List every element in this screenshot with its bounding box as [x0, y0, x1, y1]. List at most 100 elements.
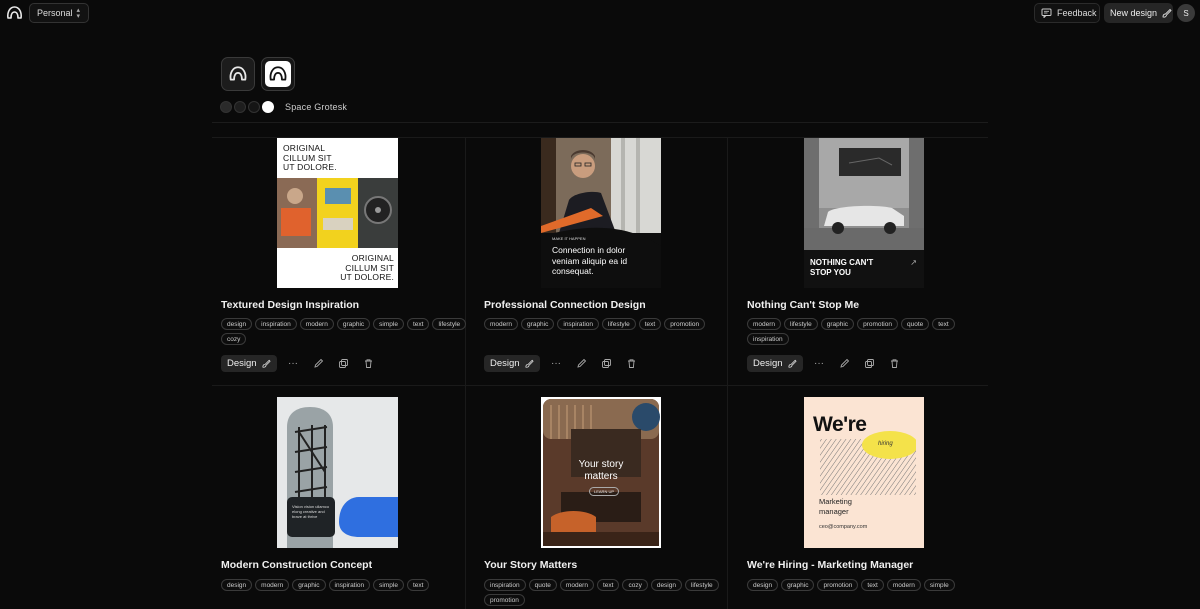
- card-actions: Design ···: [484, 355, 637, 372]
- feedback-label: Feedback: [1057, 8, 1097, 18]
- divider: [727, 137, 728, 609]
- card-title[interactable]: Nothing Can't Stop Me: [747, 299, 859, 311]
- card-title[interactable]: Professional Connection Design: [484, 299, 646, 311]
- card-title[interactable]: Your Story Matters: [484, 559, 577, 571]
- tag[interactable]: graphic: [292, 579, 326, 591]
- tag[interactable]: quote: [528, 579, 557, 591]
- thumbnail-pill: LEARN UP: [589, 487, 620, 496]
- design-thumbnail[interactable]: ORIGINAL CILLUM SIT UT DOLORE. ORIGINAL …: [277, 138, 398, 288]
- more-options-icon[interactable]: ···: [550, 358, 562, 370]
- tag[interactable]: modern: [255, 579, 290, 591]
- divider: [212, 122, 988, 123]
- design-button[interactable]: Design: [484, 355, 540, 372]
- brand-logo-dark[interactable]: [221, 57, 255, 91]
- arrow-up-right-icon: ↗: [910, 258, 917, 267]
- design-thumbnail[interactable]: We're hiring Marketing manager ceo@compa…: [804, 397, 924, 548]
- tag[interactable]: quote: [900, 318, 930, 330]
- tag[interactable]: design: [221, 579, 253, 591]
- tag-list: inspiration quote modern text cozy design life…: [484, 579, 734, 606]
- design-thumbnail[interactable]: Vision vision ullamco elong creative and…: [277, 397, 398, 548]
- tag[interactable]: text: [638, 318, 662, 330]
- brand-logo-icon: [229, 66, 247, 81]
- brand-logo-light[interactable]: [261, 57, 295, 91]
- brand-font-name[interactable]: Space Grotesk: [285, 102, 347, 112]
- top-bar: Personal ▴ ▾ Feedback New design S: [0, 0, 1200, 27]
- design-button-label: Design: [753, 358, 783, 369]
- tag[interactable]: lifestyle: [784, 318, 818, 330]
- new-design-label: New design: [1110, 8, 1158, 18]
- tag[interactable]: inspiration: [255, 318, 297, 330]
- edit-pencil-icon[interactable]: [838, 358, 850, 370]
- more-options-icon[interactable]: ···: [813, 358, 825, 370]
- app-logo-icon[interactable]: [6, 5, 23, 21]
- tag[interactable]: lifestyle: [432, 318, 467, 330]
- design-thumbnail[interactable]: NOTHING CAN'T STOP YOU ↗: [804, 138, 924, 288]
- tag[interactable]: text: [406, 318, 430, 330]
- thumbnail-headline: Connection in dolor veniam aliquip ea id…: [552, 245, 628, 276]
- tag[interactable]: cozy: [221, 333, 247, 345]
- tag[interactable]: modern: [559, 579, 594, 591]
- tag[interactable]: lifestyle: [684, 579, 719, 591]
- tag[interactable]: graphic: [521, 318, 555, 330]
- divider: [465, 137, 466, 609]
- tag[interactable]: inspiration: [484, 579, 526, 591]
- thumbnail-headline: Your story matters: [578, 459, 624, 482]
- edit-pencil-icon[interactable]: [312, 358, 324, 370]
- tag[interactable]: promotion: [857, 318, 898, 330]
- tag[interactable]: inspiration: [328, 579, 371, 591]
- edit-pencil-icon[interactable]: [575, 358, 587, 370]
- tag[interactable]: design: [650, 579, 682, 591]
- tag[interactable]: text: [406, 579, 430, 591]
- tag[interactable]: modern: [747, 318, 782, 330]
- design-thumbnail[interactable]: MAKE IT HAPPEN Connection in dolor venia…: [541, 138, 661, 288]
- tag[interactable]: lifestyle: [602, 318, 636, 330]
- tag[interactable]: promotion: [817, 579, 859, 591]
- card-title[interactable]: Textured Design Inspiration: [221, 299, 359, 311]
- tag[interactable]: cozy: [622, 579, 648, 591]
- tag[interactable]: graphic: [781, 579, 815, 591]
- tag[interactable]: design: [221, 318, 253, 330]
- thumbnail-body: Vision vision ullamco elong creative and…: [292, 504, 330, 519]
- trash-icon[interactable]: [362, 358, 374, 370]
- tag[interactable]: simple: [373, 318, 404, 330]
- tag[interactable]: modern: [886, 579, 921, 591]
- color-swatch[interactable]: [220, 101, 232, 113]
- user-avatar[interactable]: S: [1177, 4, 1195, 22]
- tag[interactable]: modern: [299, 318, 334, 330]
- duplicate-icon[interactable]: [863, 358, 875, 370]
- tag[interactable]: modern: [484, 318, 519, 330]
- tag[interactable]: simple: [923, 579, 955, 591]
- color-swatch[interactable]: [234, 101, 246, 113]
- tag[interactable]: promotion: [484, 594, 525, 606]
- trash-icon[interactable]: [625, 358, 637, 370]
- card-title[interactable]: Modern Construction Concept: [221, 559, 372, 571]
- card-title[interactable]: We're Hiring - Marketing Manager: [747, 559, 913, 571]
- thumbnail-text: ORIGINAL CILLUM SIT UT DOLORE.: [340, 253, 394, 282]
- design-button-label: Design: [490, 358, 520, 369]
- trash-icon[interactable]: [888, 358, 900, 370]
- feedback-button[interactable]: Feedback: [1034, 3, 1100, 23]
- brush-sparkle-icon: [525, 359, 534, 368]
- design-thumbnail[interactable]: Your story matters LEARN UP: [541, 397, 661, 548]
- color-swatch[interactable]: [262, 101, 274, 113]
- color-swatch[interactable]: [248, 101, 260, 113]
- more-options-icon[interactable]: ···: [287, 358, 299, 370]
- tag[interactable]: graphic: [336, 318, 371, 330]
- duplicate-icon[interactable]: [600, 358, 612, 370]
- workspace-select[interactable]: Personal ▴ ▾: [29, 3, 89, 23]
- tag[interactable]: simple: [373, 579, 404, 591]
- tag[interactable]: inspiration: [557, 318, 600, 330]
- thumbnail-headline: NOTHING CAN'T STOP YOU: [810, 258, 874, 277]
- design-button[interactable]: Design: [221, 355, 277, 372]
- tag[interactable]: text: [596, 579, 620, 591]
- card-actions: Design ···: [747, 355, 900, 372]
- tag[interactable]: promotion: [664, 318, 706, 330]
- duplicate-icon[interactable]: [337, 358, 349, 370]
- tag[interactable]: text: [932, 318, 955, 330]
- design-button[interactable]: Design: [747, 355, 803, 372]
- tag[interactable]: graphic: [820, 318, 855, 330]
- new-design-button[interactable]: New design: [1104, 3, 1173, 23]
- tag[interactable]: inspiration: [747, 333, 789, 345]
- tag[interactable]: text: [861, 579, 884, 591]
- tag[interactable]: design: [747, 579, 779, 591]
